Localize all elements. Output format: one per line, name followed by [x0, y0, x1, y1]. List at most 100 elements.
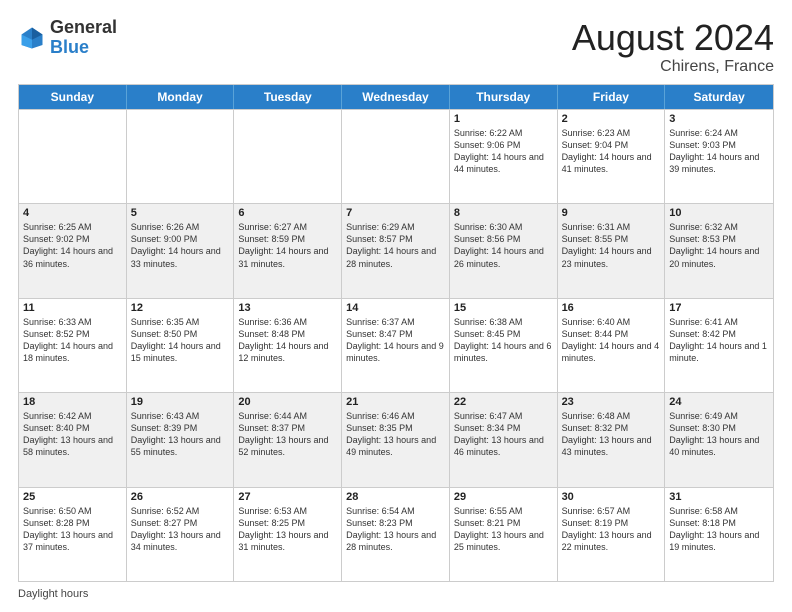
- day-info: Sunrise: 6:31 AM Sunset: 8:55 PM Dayligh…: [562, 221, 661, 270]
- calendar-cell: 24 Sunrise: 6:49 AM Sunset: 8:30 PM Dayli…: [665, 393, 773, 486]
- calendar-cell: 20 Sunrise: 6:44 AM Sunset: 8:37 PM Dayli…: [234, 393, 342, 486]
- day-number: 1: [454, 113, 553, 125]
- day-info: Sunrise: 6:50 AM Sunset: 8:28 PM Dayligh…: [23, 505, 122, 554]
- calendar-cell: 29 Sunrise: 6:55 AM Sunset: 8:21 PM Dayli…: [450, 488, 558, 581]
- calendar-cell: 15 Sunrise: 6:38 AM Sunset: 8:45 PM Dayli…: [450, 299, 558, 392]
- logo: General Blue: [18, 18, 117, 58]
- day-info: Sunrise: 6:58 AM Sunset: 8:18 PM Dayligh…: [669, 505, 769, 554]
- calendar-row-4: 18Sunrise: 6:42 AM Sunset: 8:40 PM Dayli…: [19, 392, 773, 486]
- day-info: Sunrise: 6:40 AM Sunset: 8:44 PM Dayligh…: [562, 316, 661, 365]
- day-info: Sunrise: 6:57 AM Sunset: 8:19 PM Dayligh…: [562, 505, 661, 554]
- page: General Blue August 2024 Chirens, France…: [0, 0, 792, 612]
- day-number: 2: [562, 113, 661, 125]
- day-number: 28: [346, 491, 445, 503]
- day-number: 23: [562, 396, 661, 408]
- day-info: Sunrise: 6:37 AM Sunset: 8:47 PM Dayligh…: [346, 316, 445, 365]
- day-number: 31: [669, 491, 769, 503]
- day-number: 15: [454, 302, 553, 314]
- day-info: Sunrise: 6:44 AM Sunset: 8:37 PM Dayligh…: [238, 410, 337, 459]
- header-day-sunday: Sunday: [19, 85, 127, 109]
- day-number: 4: [23, 207, 122, 219]
- day-number: 24: [669, 396, 769, 408]
- calendar-cell: 28Sunrise: 6:54 AM Sunset: 8:23 PM Dayli…: [342, 488, 450, 581]
- header-day-friday: Friday: [558, 85, 666, 109]
- calendar-cell: 11 Sunrise: 6:33 AM Sunset: 8:52 PM Dayli…: [19, 299, 127, 392]
- day-number: 29: [454, 491, 553, 503]
- location: Chirens, France: [572, 58, 774, 76]
- calendar-cell: 18Sunrise: 6:42 AM Sunset: 8:40 PM Dayli…: [19, 393, 127, 486]
- calendar-cell: 27 Sunrise: 6:53 AM Sunset: 8:25 PM Dayli…: [234, 488, 342, 581]
- logo-text: General Blue: [50, 18, 117, 58]
- day-info: Sunrise: 6:35 AM Sunset: 8:50 PM Dayligh…: [131, 316, 230, 365]
- month-title: August 2024: [572, 18, 774, 58]
- day-number: 14: [346, 302, 445, 314]
- calendar-cell: 5Sunrise: 6:26 AM Sunset: 9:00 PM Daylig…: [127, 204, 235, 297]
- day-number: 21: [346, 396, 445, 408]
- calendar-cell: [234, 110, 342, 203]
- day-number: 27: [238, 491, 337, 503]
- day-info: Sunrise: 6:47 AM Sunset: 8:34 PM Dayligh…: [454, 410, 553, 459]
- logo-blue-text: Blue: [50, 37, 89, 57]
- header-day-monday: Monday: [127, 85, 235, 109]
- calendar-row-3: 11 Sunrise: 6:33 AM Sunset: 8:52 PM Dayli…: [19, 298, 773, 392]
- calendar-cell: 21 Sunrise: 6:46 AM Sunset: 8:35 PM Dayli…: [342, 393, 450, 486]
- calendar-cell: 9 Sunrise: 6:31 AM Sunset: 8:55 PM Daylig…: [558, 204, 666, 297]
- footer-label: Daylight hours: [18, 588, 88, 600]
- calendar-cell: 6 Sunrise: 6:27 AM Sunset: 8:59 PM Daylig…: [234, 204, 342, 297]
- day-info: Sunrise: 6:38 AM Sunset: 8:45 PM Dayligh…: [454, 316, 553, 365]
- calendar-cell: 19Sunrise: 6:43 AM Sunset: 8:39 PM Dayli…: [127, 393, 235, 486]
- day-number: 9: [562, 207, 661, 219]
- day-info: Sunrise: 6:41 AM Sunset: 8:42 PM Dayligh…: [669, 316, 769, 365]
- day-info: Sunrise: 6:27 AM Sunset: 8:59 PM Dayligh…: [238, 221, 337, 270]
- calendar-row-1: 1Sunrise: 6:22 AM Sunset: 9:06 PM Daylig…: [19, 109, 773, 203]
- day-number: 10: [669, 207, 769, 219]
- calendar-cell: 8 Sunrise: 6:30 AM Sunset: 8:56 PM Daylig…: [450, 204, 558, 297]
- day-number: 6: [238, 207, 337, 219]
- header-day-thursday: Thursday: [450, 85, 558, 109]
- calendar-cell: [19, 110, 127, 203]
- day-info: Sunrise: 6:36 AM Sunset: 8:48 PM Dayligh…: [238, 316, 337, 365]
- calendar-header: SundayMondayTuesdayWednesdayThursdayFrid…: [19, 85, 773, 109]
- calendar-row-5: 25 Sunrise: 6:50 AM Sunset: 8:28 PM Dayli…: [19, 487, 773, 581]
- footer: Daylight hours: [18, 588, 774, 600]
- day-number: 20: [238, 396, 337, 408]
- logo-icon: [18, 24, 46, 52]
- day-number: 25: [23, 491, 122, 503]
- calendar-cell: 26Sunrise: 6:52 AM Sunset: 8:27 PM Dayli…: [127, 488, 235, 581]
- calendar-cell: 1Sunrise: 6:22 AM Sunset: 9:06 PM Daylig…: [450, 110, 558, 203]
- day-info: Sunrise: 6:49 AM Sunset: 8:30 PM Dayligh…: [669, 410, 769, 459]
- day-number: 8: [454, 207, 553, 219]
- day-info: Sunrise: 6:30 AM Sunset: 8:56 PM Dayligh…: [454, 221, 553, 270]
- day-number: 13: [238, 302, 337, 314]
- day-info: Sunrise: 6:24 AM Sunset: 9:03 PM Dayligh…: [669, 127, 769, 176]
- day-info: Sunrise: 6:48 AM Sunset: 8:32 PM Dayligh…: [562, 410, 661, 459]
- day-number: 17: [669, 302, 769, 314]
- day-number: 16: [562, 302, 661, 314]
- header-day-wednesday: Wednesday: [342, 85, 450, 109]
- calendar-cell: 17 Sunrise: 6:41 AM Sunset: 8:42 PM Dayli…: [665, 299, 773, 392]
- day-number: 11: [23, 302, 122, 314]
- calendar-cell: 4 Sunrise: 6:25 AM Sunset: 9:02 PM Daylig…: [19, 204, 127, 297]
- day-info: Sunrise: 6:33 AM Sunset: 8:52 PM Dayligh…: [23, 316, 122, 365]
- day-number: 3: [669, 113, 769, 125]
- calendar-cell: 22Sunrise: 6:47 AM Sunset: 8:34 PM Dayli…: [450, 393, 558, 486]
- day-info: Sunrise: 6:25 AM Sunset: 9:02 PM Dayligh…: [23, 221, 122, 270]
- calendar-body: 1Sunrise: 6:22 AM Sunset: 9:06 PM Daylig…: [19, 109, 773, 581]
- day-info: Sunrise: 6:46 AM Sunset: 8:35 PM Dayligh…: [346, 410, 445, 459]
- calendar-cell: 2Sunrise: 6:23 AM Sunset: 9:04 PM Daylig…: [558, 110, 666, 203]
- calendar-cell: 10Sunrise: 6:32 AM Sunset: 8:53 PM Dayli…: [665, 204, 773, 297]
- logo-general: General: [50, 17, 117, 37]
- day-info: Sunrise: 6:55 AM Sunset: 8:21 PM Dayligh…: [454, 505, 553, 554]
- day-number: 12: [131, 302, 230, 314]
- calendar-cell: 12 Sunrise: 6:35 AM Sunset: 8:50 PM Dayli…: [127, 299, 235, 392]
- calendar-cell: 30 Sunrise: 6:57 AM Sunset: 8:19 PM Dayli…: [558, 488, 666, 581]
- day-info: Sunrise: 6:42 AM Sunset: 8:40 PM Dayligh…: [23, 410, 122, 459]
- header: General Blue August 2024 Chirens, France: [18, 18, 774, 76]
- day-info: Sunrise: 6:26 AM Sunset: 9:00 PM Dayligh…: [131, 221, 230, 270]
- header-day-tuesday: Tuesday: [234, 85, 342, 109]
- day-info: Sunrise: 6:53 AM Sunset: 8:25 PM Dayligh…: [238, 505, 337, 554]
- day-number: 19: [131, 396, 230, 408]
- calendar-cell: 25 Sunrise: 6:50 AM Sunset: 8:28 PM Dayli…: [19, 488, 127, 581]
- day-number: 30: [562, 491, 661, 503]
- day-info: Sunrise: 6:29 AM Sunset: 8:57 PM Dayligh…: [346, 221, 445, 270]
